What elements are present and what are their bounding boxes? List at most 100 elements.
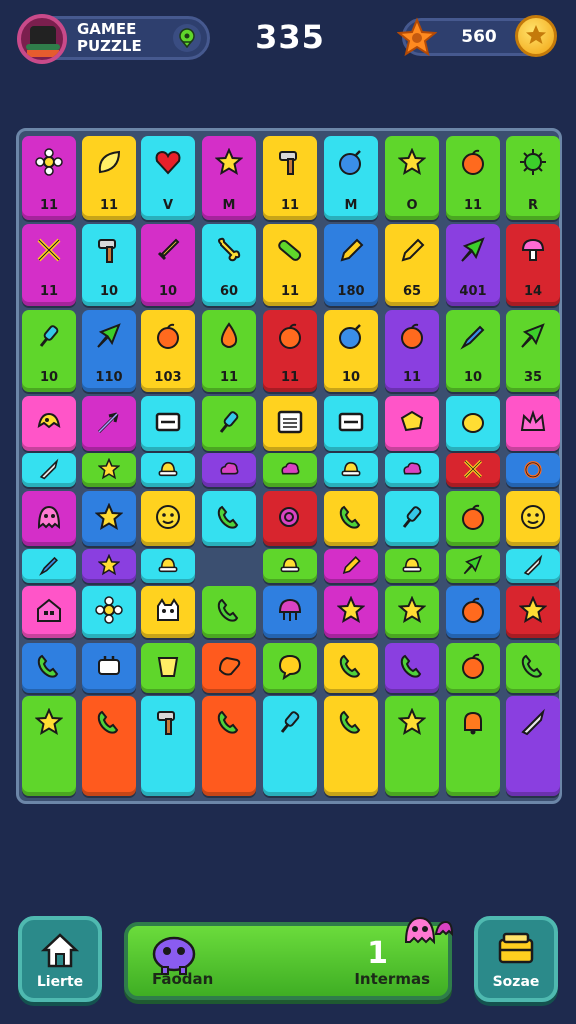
tile[interactable]	[82, 491, 136, 546]
tile[interactable]	[202, 491, 256, 546]
tile[interactable]	[385, 696, 439, 796]
tile[interactable]: 11	[22, 136, 76, 220]
tile[interactable]	[202, 643, 256, 693]
tile[interactable]	[506, 396, 560, 451]
tile[interactable]	[324, 549, 378, 583]
tile[interactable]: 65	[385, 224, 439, 306]
tile[interactable]	[141, 643, 195, 693]
hat-icon	[341, 461, 361, 477]
tile[interactable]	[324, 643, 378, 693]
tile[interactable]: 11	[22, 224, 76, 306]
tile[interactable]	[446, 491, 500, 546]
tile[interactable]	[82, 549, 136, 583]
tile[interactable]	[385, 643, 439, 693]
tile[interactable]	[324, 396, 378, 451]
tile[interactable]: 103	[141, 310, 195, 392]
tile[interactable]: R	[506, 136, 560, 220]
tile[interactable]: 11	[385, 310, 439, 392]
tile[interactable]: 10	[324, 310, 378, 392]
tile[interactable]: 11	[446, 136, 500, 220]
tile[interactable]: 14	[506, 224, 560, 306]
tile[interactable]	[446, 453, 500, 487]
tile[interactable]	[82, 586, 136, 638]
tile[interactable]: 11	[263, 224, 317, 306]
tile[interactable]	[263, 643, 317, 693]
tile[interactable]	[141, 396, 195, 451]
tile[interactable]	[263, 396, 317, 451]
profile-pill[interactable]: GAMEE PUZZLE	[17, 14, 210, 64]
tile[interactable]	[22, 696, 76, 796]
tile[interactable]	[141, 491, 195, 546]
tile[interactable]: 10	[141, 224, 195, 306]
tile[interactable]	[22, 491, 76, 546]
tile[interactable]	[22, 586, 76, 638]
tile[interactable]	[324, 586, 378, 638]
tile[interactable]: 11	[82, 136, 136, 220]
tile[interactable]	[141, 453, 195, 487]
tile[interactable]	[22, 396, 76, 451]
tile[interactable]	[446, 643, 500, 693]
tile[interactable]	[263, 491, 317, 546]
tile[interactable]	[385, 491, 439, 546]
tile[interactable]	[506, 586, 560, 638]
tile[interactable]: 35	[506, 310, 560, 392]
tile[interactable]: V	[141, 136, 195, 220]
avatar[interactable]	[17, 14, 67, 64]
tile[interactable]	[141, 696, 195, 796]
tile[interactable]: 180	[324, 224, 378, 306]
heart-icon	[155, 150, 181, 175]
tile[interactable]	[202, 396, 256, 451]
tile[interactable]	[263, 696, 317, 796]
tile[interactable]	[263, 453, 317, 487]
tile[interactable]	[82, 696, 136, 796]
center-action-bar[interactable]: Faodan 1 Intermas	[124, 916, 454, 1000]
tile[interactable]	[324, 696, 378, 796]
tile[interactable]: 11	[263, 310, 317, 392]
tile[interactable]	[82, 453, 136, 487]
tile[interactable]: 110	[82, 310, 136, 392]
tile[interactable]	[446, 396, 500, 451]
tile[interactable]	[263, 549, 317, 583]
tile[interactable]	[202, 696, 256, 796]
tile[interactable]: 10	[22, 310, 76, 392]
tile[interactable]	[506, 643, 560, 693]
gold-coin-icon[interactable]	[515, 15, 557, 57]
tile[interactable]	[202, 586, 256, 638]
tile[interactable]	[506, 453, 560, 487]
tile[interactable]: M	[324, 136, 378, 220]
tile[interactable]	[385, 549, 439, 583]
tile[interactable]	[141, 586, 195, 638]
tile[interactable]	[202, 453, 256, 487]
tile[interactable]	[385, 396, 439, 451]
face-icon	[521, 504, 545, 529]
tile[interactable]	[263, 586, 317, 638]
tile[interactable]: 60	[202, 224, 256, 306]
coin-pill[interactable]: 560	[396, 15, 557, 57]
tile[interactable]	[506, 696, 560, 796]
tile[interactable]	[22, 549, 76, 583]
tile[interactable]	[385, 453, 439, 487]
tile[interactable]: 11	[202, 310, 256, 392]
shop-button[interactable]: Sozae	[474, 916, 558, 1002]
tile[interactable]	[141, 549, 195, 583]
tile[interactable]	[82, 643, 136, 693]
tile[interactable]	[446, 696, 500, 796]
tile[interactable]	[324, 453, 378, 487]
tile[interactable]: 10	[446, 310, 500, 392]
home-button[interactable]: Lierte	[18, 916, 102, 1002]
tile[interactable]	[22, 643, 76, 693]
tile[interactable]	[446, 549, 500, 583]
tile[interactable]	[385, 586, 439, 638]
tile[interactable]: 401	[446, 224, 500, 306]
tile[interactable]	[22, 453, 76, 487]
tile[interactable]: 11	[263, 136, 317, 220]
tile[interactable]	[506, 491, 560, 546]
tile[interactable]	[446, 586, 500, 638]
map-pin-button[interactable]	[173, 24, 201, 52]
tile[interactable]: 10	[82, 224, 136, 306]
tile[interactable]: O	[385, 136, 439, 220]
tile[interactable]	[324, 491, 378, 546]
tile[interactable]	[506, 549, 560, 583]
tile[interactable]	[82, 396, 136, 451]
tile[interactable]: M	[202, 136, 256, 220]
